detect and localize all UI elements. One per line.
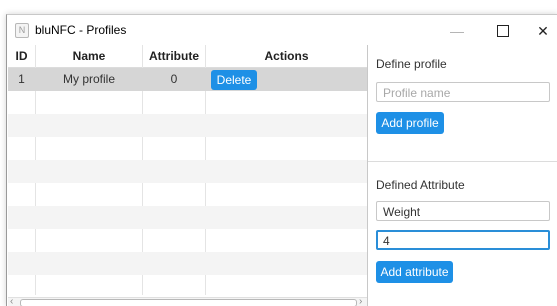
table-row-empty [8,160,367,183]
maximize-icon [497,25,509,37]
profiles-window: N bluNFC - Profiles — ✕ ID Name Attribut… [6,14,557,306]
close-button[interactable]: ✕ [523,19,557,43]
table-row[interactable]: 1 My profile 0 Delete [8,68,367,91]
table-row-empty [8,114,367,137]
attribute-name-input[interactable]: Weight [376,201,550,221]
delete-button[interactable]: Delete [211,70,257,90]
title-bar[interactable]: N bluNFC - Profiles — ✕ [7,15,557,45]
defined-attribute-label: Defined Attribute [376,178,465,192]
minimize-icon: — [450,23,464,39]
table-row-empty [8,137,367,160]
table-row-empty [8,206,367,229]
column-header-name[interactable]: Name [36,45,142,67]
app-icon: N [15,23,29,38]
divider [368,161,557,162]
attribute-value-input[interactable]: 4 [376,230,550,250]
profiles-table: ID Name Attribute Actions 1 My profile 0… [8,45,368,306]
add-profile-button[interactable]: Add profile [376,112,444,134]
table-row-empty [8,91,367,114]
window-title: bluNFC - Profiles [35,23,127,37]
profile-name-input[interactable]: Profile name [376,82,550,102]
cell-attribute: 0 [170,72,178,86]
table-row-empty [8,275,367,298]
close-icon: ✕ [537,22,549,39]
add-attribute-button[interactable]: Add attribute [376,261,453,283]
column-header-actions[interactable]: Actions [206,45,367,67]
cell-id: 1 [18,72,25,86]
define-profile-label: Define profile [376,57,447,71]
table-row-empty [8,252,367,275]
table-header: ID Name Attribute Actions [8,45,367,68]
column-header-id[interactable]: ID [8,45,35,67]
minimize-button[interactable]: — [437,19,477,43]
table-row-empty [8,183,367,206]
table-body: 1 My profile 0 Delete [8,68,367,298]
cell-name: My profile [62,72,115,86]
table-row-empty [8,229,367,252]
maximize-button[interactable] [483,19,523,43]
side-panel: Define profile Profile name Add profile … [368,45,557,306]
column-header-attribute[interactable]: Attribute [143,45,205,67]
